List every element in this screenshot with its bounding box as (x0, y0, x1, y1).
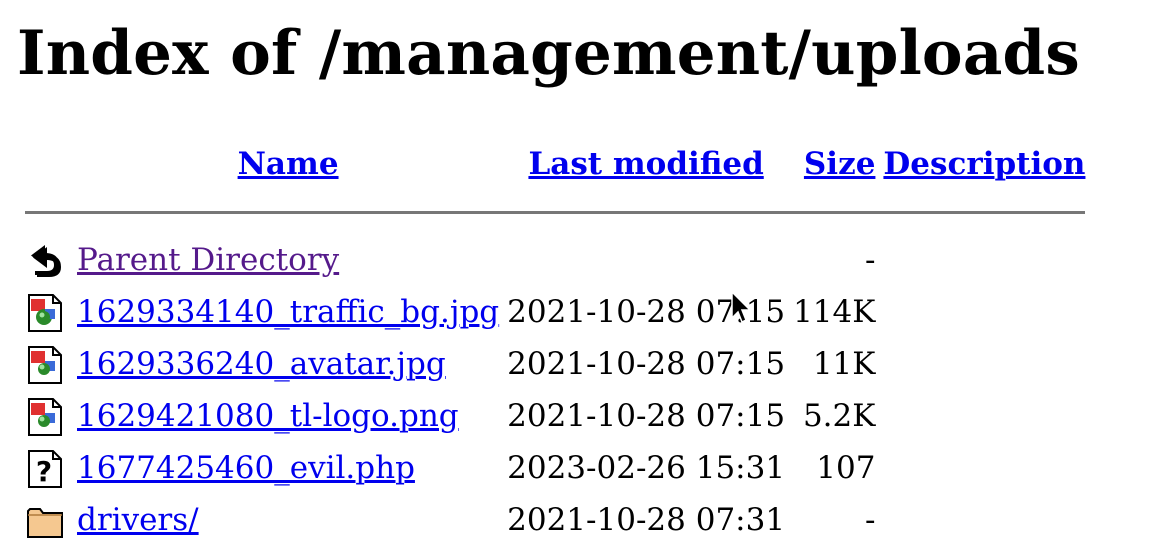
file-row: 1629421080_tl-logo.png 2021-10-28 07:15 … (25, 390, 1085, 442)
file-size: 114K (793, 294, 876, 330)
description-header: Description (883, 138, 1085, 190)
file-size: 11K (812, 346, 876, 382)
file-link[interactable]: 1629421080_tl-logo.png (77, 398, 459, 434)
icon-header (25, 138, 69, 190)
parent-size: - (864, 242, 876, 278)
separator-row (25, 190, 1086, 234)
file-modified: 2021-10-28 07:15 (507, 346, 786, 382)
folder-row: drivers/ 2021-10-28 07:31 - (25, 494, 1085, 546)
sort-by-size-link[interactable]: Size (804, 146, 876, 182)
folder-description (883, 494, 1085, 546)
name-header: Name (77, 138, 499, 190)
parent-directory-row: Parent Directory - (25, 234, 1085, 286)
folder-size: - (864, 502, 876, 538)
file-description (883, 390, 1085, 442)
file-row: ? 1677425460_evil.php 2023-02-26 15:31 1… (25, 442, 1085, 494)
back-arrow-icon (31, 245, 61, 277)
unknown-file-icon: ? (28, 450, 62, 488)
file-row: 1629336240_avatar.jpg 2021-10-28 07:15 1… (25, 338, 1085, 390)
folder-icon (27, 508, 63, 538)
file-link[interactable]: 1629336240_avatar.jpg (77, 346, 446, 382)
file-description (883, 442, 1085, 494)
page-title: Index of /management/uploads (17, 18, 1080, 89)
file-row: 1629334140_traffic_bg.jpg 2021-10-28 07:… (25, 286, 1085, 338)
last-modified-header: Last modified (507, 138, 785, 190)
parent-directory-link[interactable]: Parent Directory (77, 242, 339, 278)
header-row: Name Last modified Size Description (25, 138, 1086, 190)
folder-modified: 2021-10-28 07:31 (507, 502, 786, 538)
svg-text:?: ? (36, 455, 52, 488)
mouse-cursor-icon (731, 291, 752, 324)
file-description (883, 338, 1085, 390)
file-link[interactable]: 1677425460_evil.php (77, 450, 415, 486)
file-size: 5.2K (802, 398, 876, 434)
image-icon (28, 294, 62, 332)
file-description (883, 286, 1085, 338)
image-icon (28, 346, 62, 384)
size-header: Size (793, 138, 876, 190)
sort-by-name-link[interactable]: Name (238, 146, 339, 182)
directory-listing: Name Last modified Size Description Pare… (17, 138, 1093, 546)
file-modified: 2021-10-28 07:15 (507, 398, 786, 434)
file-link[interactable]: 1629334140_traffic_bg.jpg (77, 294, 499, 330)
file-size: 107 (816, 450, 876, 486)
file-modified: 2023-02-26 15:31 (507, 450, 786, 486)
folder-link[interactable]: drivers/ (77, 502, 199, 538)
horizontal-rule (25, 210, 1086, 214)
image-icon (28, 398, 62, 436)
sort-by-last-modified-link[interactable]: Last modified (528, 146, 763, 182)
sort-by-description-link[interactable]: Description (883, 146, 1085, 182)
